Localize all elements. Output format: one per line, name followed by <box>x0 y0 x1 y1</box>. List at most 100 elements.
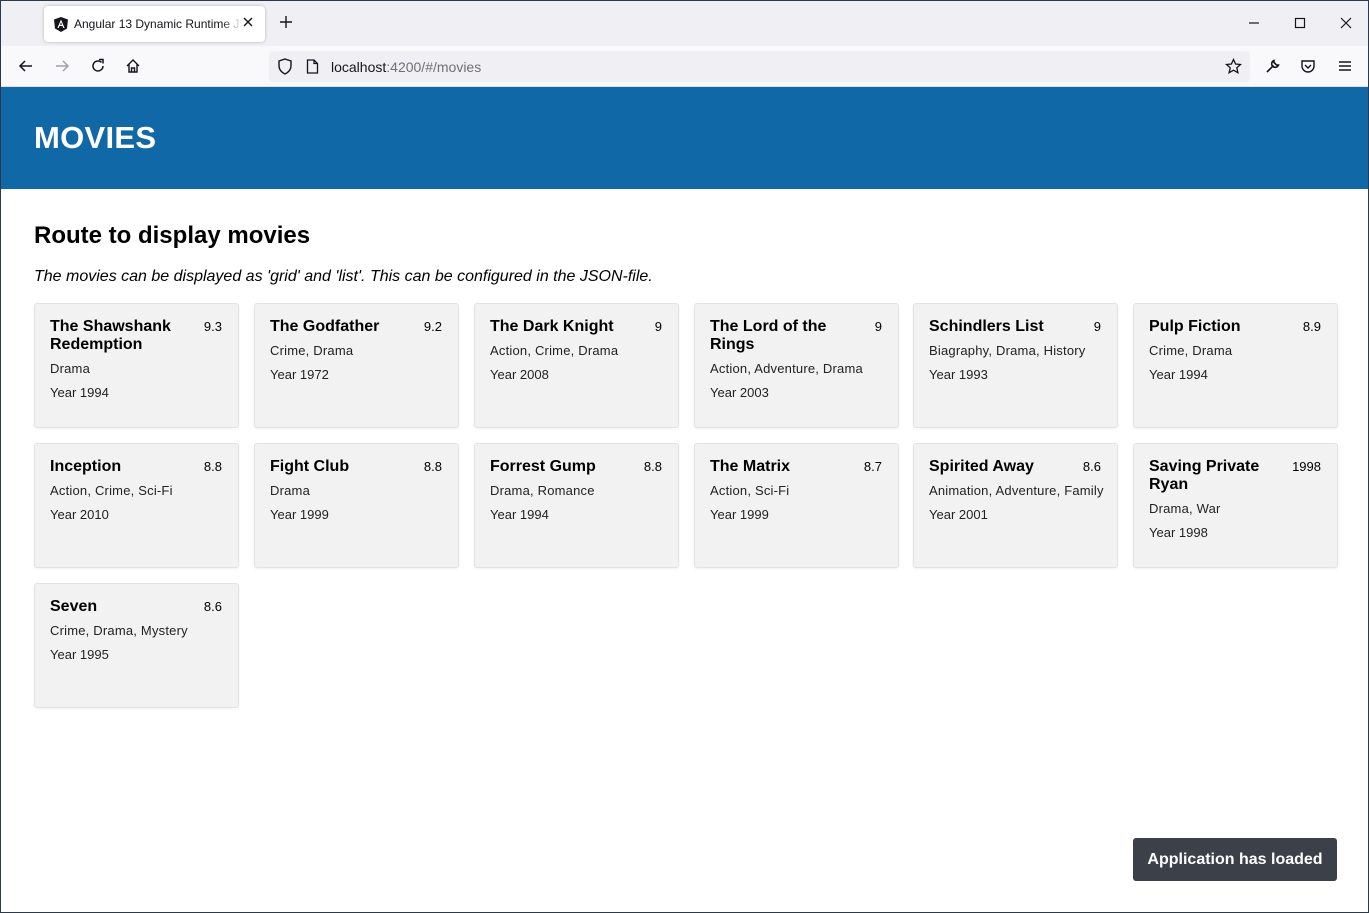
url-path: :4200/#/movies <box>386 59 482 75</box>
movie-rating: 8.9 <box>1302 319 1321 334</box>
url-host: localhost <box>331 59 387 75</box>
movie-details: Drama, Romance Year 1994 <box>490 483 595 522</box>
url-bar[interactable]: localhost:4200/#/movies <box>269 51 1250 82</box>
tab-title: Angular 13 Dynamic Runtime JSON <box>74 17 242 31</box>
movie-title: Schindlers List <box>929 318 1044 335</box>
movie-card[interactable]: Inception 8.8 Action, Crime, Sci-Fi Year 20… <box>34 443 239 568</box>
movie-details: Animation, Adventure, Family Year 2001 <box>929 483 1104 522</box>
movie-rating: 9.2 <box>423 319 442 334</box>
movie-card[interactable]: The Shawshank Redemption 9.3 Drama Year 199… <box>34 303 239 428</box>
movie-title: Forrest Gump <box>490 458 596 475</box>
movie-rating: 9 <box>1093 319 1101 334</box>
movie-rating: 9 <box>654 319 662 334</box>
movie-year: Year 2008 <box>490 367 549 382</box>
movie-card[interactable]: The Lord of the Rings 9 Action, Adventure,… <box>694 303 899 428</box>
app-header: MOVIES <box>1 87 1368 189</box>
movie-title: The Shawshank Redemption <box>50 318 171 353</box>
minimize-icon[interactable] <box>1244 13 1264 33</box>
home-icon[interactable] <box>123 56 143 76</box>
movie-year: Year 1972 <box>270 367 329 382</box>
url-text[interactable]: localhost:4200/#/movies <box>331 59 481 75</box>
movie-card[interactable]: The Godfather 9.2 Crime, Drama Year 1972 <box>254 303 459 428</box>
movie-details: Action, Crime, Sci-Fi Year 2010 <box>50 483 173 522</box>
movie-year: Year 1995 <box>50 647 109 662</box>
maximize-icon[interactable] <box>1290 13 1310 33</box>
movie-genres: Drama, War <box>1149 501 1221 516</box>
movie-card[interactable]: Forrest Gump 8.8 Drama, Romance Year 1994 <box>474 443 679 568</box>
menu-icon[interactable] <box>1335 56 1355 76</box>
movie-title: Spirited Away <box>929 458 1034 475</box>
star-icon[interactable] <box>1224 57 1243 80</box>
movie-card[interactable]: Schindlers List 9 Biagraphy, Drama, Histor… <box>913 303 1118 428</box>
movie-details: Biagraphy, Drama, History Year 1993 <box>929 343 1085 382</box>
movie-year: Year 1993 <box>929 367 988 382</box>
movie-year: Year 1999 <box>710 507 769 522</box>
movie-year: Year 2003 <box>710 385 769 400</box>
movie-rating: 8.8 <box>643 459 662 474</box>
movie-genres: Action, Adventure, Drama <box>710 361 863 376</box>
movie-details: Crime, Drama Year 1972 <box>270 343 353 382</box>
movie-card[interactable]: Seven 8.6 Crime, Drama, Mystery Year 1995 <box>34 583 239 708</box>
browser-nav-bar: localhost:4200/#/movies <box>1 46 1368 87</box>
movie-year: Year 2010 <box>50 507 109 522</box>
movie-rating: 8.8 <box>203 459 222 474</box>
page-heading: Route to display movies <box>34 222 311 249</box>
toast-notification: Application has loaded <box>1133 838 1337 881</box>
movie-year: Year 1999 <box>270 507 329 522</box>
movie-title: Inception <box>50 458 122 475</box>
movie-card[interactable]: Fight Club 8.8 Drama Year 1999 <box>254 443 459 568</box>
movie-genres: Animation, Adventure, Family <box>929 483 1104 498</box>
pocket-icon[interactable] <box>1298 56 1318 76</box>
movie-genres: Crime, Drama, Mystery <box>50 623 188 638</box>
movie-title: The Lord of the Rings <box>710 318 827 353</box>
movie-card[interactable]: The Matrix 8.7 Action, Sci-Fi Year 1999 <box>694 443 899 568</box>
shield-icon[interactable] <box>277 58 293 80</box>
movie-title: The Matrix <box>710 458 791 475</box>
browser-tab-bar: Angular 13 Dynamic Runtime JSON <box>1 1 1368 46</box>
movie-rating: 8.8 <box>423 459 442 474</box>
back-icon[interactable] <box>16 56 36 76</box>
movie-card[interactable]: Pulp Fiction 8.9 Crime, Drama Year 1994 <box>1133 303 1338 428</box>
close-icon[interactable] <box>241 16 255 30</box>
movie-title: The Godfather <box>270 318 380 335</box>
movie-card[interactable]: Spirited Away 8.6 Animation, Adventure, Fa… <box>913 443 1118 568</box>
movie-details: Crime, Drama Year 1994 <box>1149 343 1232 382</box>
movie-genres: Action, Crime, Sci-Fi <box>50 483 173 498</box>
movie-genres: Action, Sci-Fi <box>710 483 790 498</box>
angular-logo-icon <box>54 16 68 32</box>
movie-rating: 8.7 <box>863 459 882 474</box>
browser-tab[interactable]: Angular 13 Dynamic Runtime JSON <box>44 6 265 42</box>
movie-title: Saving Private Ryan <box>1149 458 1260 493</box>
movie-details: Action, Adventure, Drama Year 2003 <box>710 361 863 400</box>
app-title: MOVIES <box>34 120 157 155</box>
movie-genres: Crime, Drama <box>1149 343 1233 358</box>
movie-rating: 8.6 <box>1082 459 1101 474</box>
movie-year: Year 1994 <box>50 385 109 400</box>
movie-title: The Dark Knight <box>490 318 614 335</box>
movie-details: Drama Year 1999 <box>270 483 329 522</box>
page-description: The movies can be displayed as 'grid' an… <box>34 268 653 285</box>
movie-details: Crime, Drama, Mystery Year 1995 <box>50 623 188 662</box>
movie-year: Year 1994 <box>1149 367 1208 382</box>
movie-genres: Action, Crime, Drama <box>490 343 619 358</box>
movie-details: Drama, War Year 1998 <box>1149 501 1221 540</box>
movie-year: Year 1994 <box>490 507 549 522</box>
movie-rating: 8.6 <box>203 599 222 614</box>
movie-card[interactable]: Saving Private Ryan 1998 Drama, War Year 19… <box>1133 443 1338 568</box>
reload-icon[interactable] <box>88 56 108 76</box>
movie-rating: 9 <box>874 319 882 334</box>
plus-icon[interactable] <box>277 14 295 32</box>
movie-card[interactable]: The Dark Knight 9 Action, Crime, Drama Year… <box>474 303 679 428</box>
movie-title: Seven <box>50 598 98 615</box>
movie-details: Drama Year 1994 <box>50 361 109 400</box>
movie-details: Action, Sci-Fi Year 1999 <box>710 483 789 522</box>
wrench-icon[interactable] <box>1263 56 1283 76</box>
movie-genres: Drama <box>50 361 91 376</box>
movie-genres: Crime, Drama <box>270 343 354 358</box>
movie-genres: Biagraphy, Drama, History <box>929 343 1086 358</box>
forward-icon[interactable] <box>52 56 72 76</box>
close-window-icon[interactable] <box>1336 13 1356 33</box>
movie-year: Year 1998 <box>1149 525 1208 540</box>
movie-rating: 1998 <box>1292 459 1321 474</box>
movie-genres: Drama <box>270 483 311 498</box>
